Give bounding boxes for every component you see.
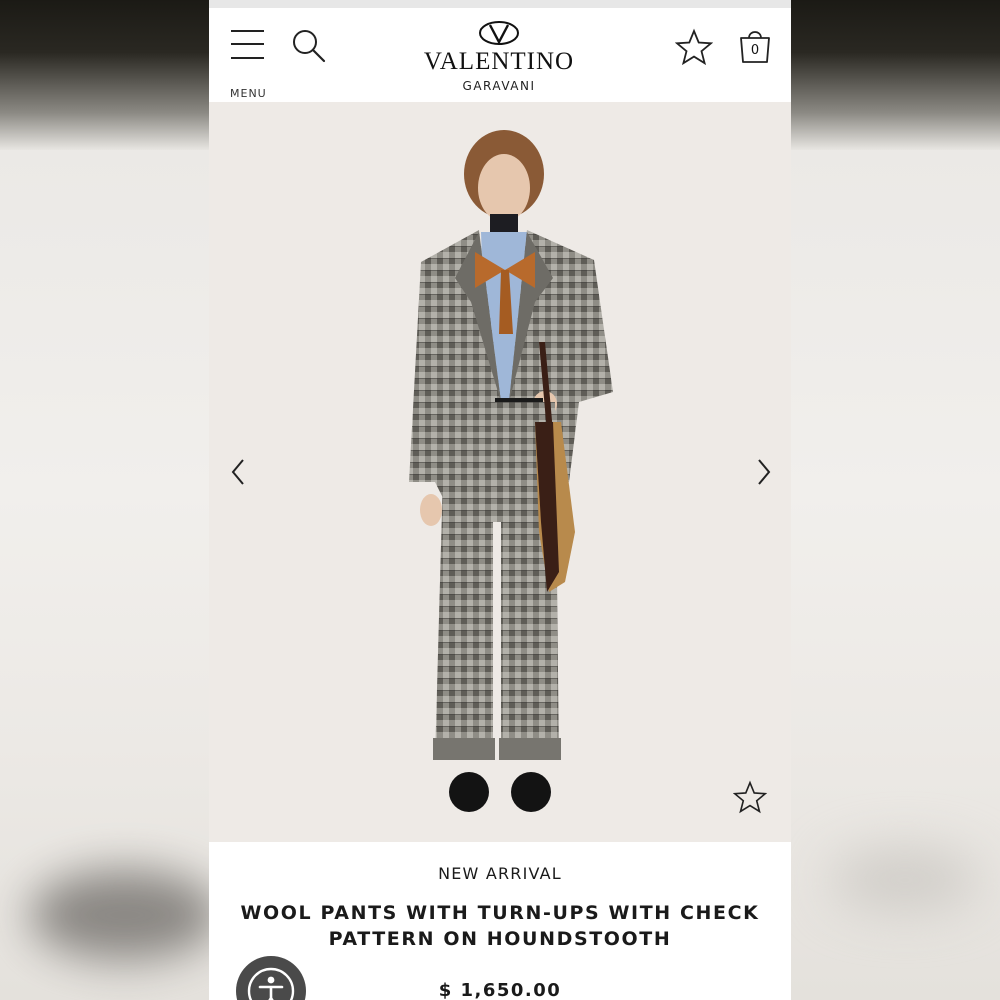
- next-image-button[interactable]: [749, 452, 779, 492]
- chevron-right-icon: [758, 459, 771, 485]
- chevron-left-icon: [231, 459, 244, 485]
- brand-subname: GARAVANI: [462, 79, 536, 93]
- add-to-wishlist-button[interactable]: [732, 780, 768, 814]
- status-bar: [209, 0, 791, 8]
- product-title: WOOL PANTS WITH TURN-UPS WITH CHECK PATT…: [240, 902, 760, 950]
- mobile-page: MENU VALENTINO GARAVANI 0 NEW ARRIVAL WO…: [209, 0, 791, 1000]
- menu-button[interactable]: MENU: [229, 28, 269, 100]
- v-logo-icon: [479, 21, 519, 45]
- product-image-gallery[interactable]: [209, 102, 791, 842]
- accessibility-icon: [247, 967, 295, 1000]
- search-icon: [293, 30, 326, 63]
- menu-label: MENU: [230, 87, 267, 100]
- site-header: MENU VALENTINO GARAVANI 0: [209, 8, 791, 102]
- product-info: NEW ARRIVAL WOOL PANTS WITH TURN-UPS WIT…: [209, 842, 791, 1000]
- brand-name: VALENTINO: [423, 48, 575, 75]
- accessibility-button[interactable]: [236, 956, 306, 1000]
- new-arrival-tag: NEW ARRIVAL: [438, 864, 562, 883]
- star-outline-icon: [732, 780, 768, 814]
- search-button[interactable]: [291, 28, 327, 64]
- shopping-bag-button[interactable]: 0: [735, 26, 775, 68]
- bag-count: 0: [750, 43, 760, 58]
- wishlist-button[interactable]: [674, 28, 714, 66]
- brand-logo[interactable]: VALENTINO GARAVANI: [399, 18, 599, 98]
- star-outline-icon: [674, 28, 714, 66]
- product-photo: [409, 130, 613, 812]
- previous-image-button[interactable]: [223, 452, 253, 492]
